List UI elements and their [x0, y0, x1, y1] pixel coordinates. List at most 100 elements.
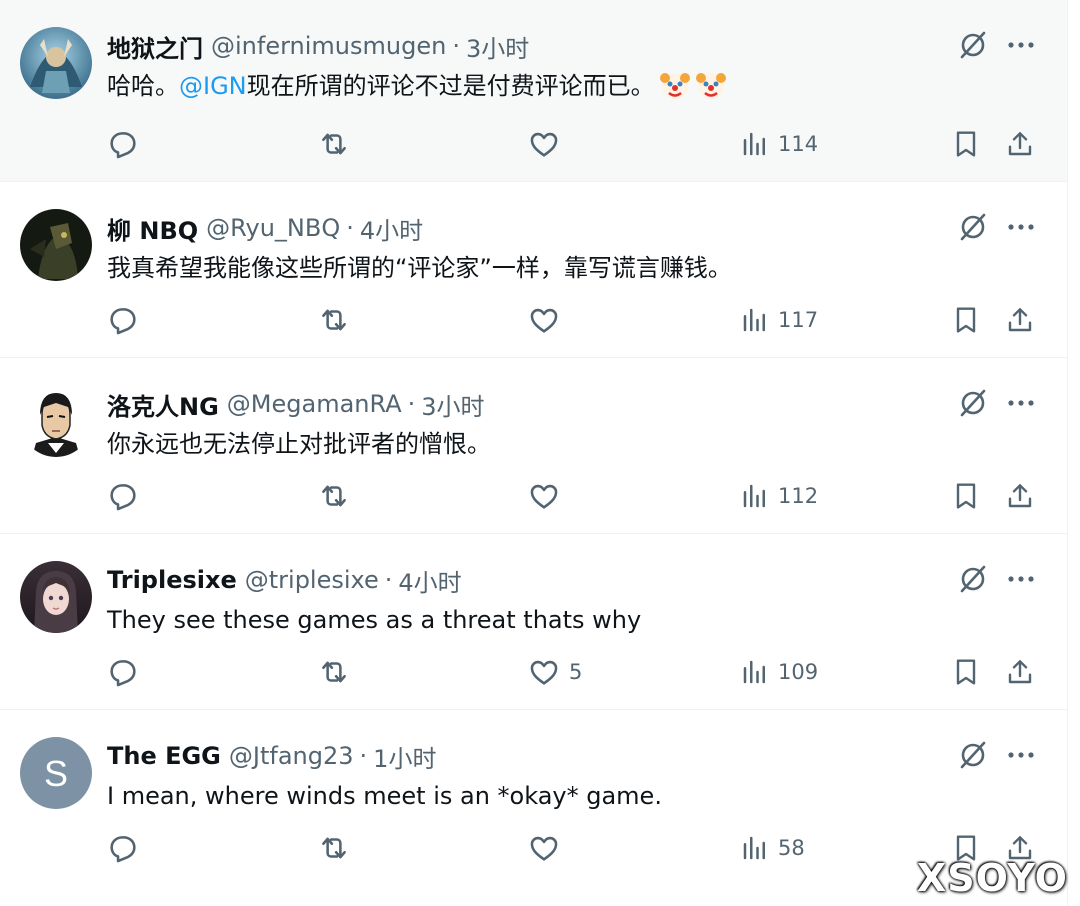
reply-tweet[interactable]: 柳 NBQ @Ryu_NBQ · 4小时 我真希望我能像这些所谓的“评论家”一样…	[0, 182, 1067, 358]
display-name[interactable]: 地狱之门	[107, 29, 203, 64]
avatar[interactable]	[20, 27, 92, 99]
like-button[interactable]	[527, 300, 569, 340]
avatar[interactable]	[20, 209, 92, 281]
retweet-button[interactable]	[317, 652, 351, 692]
avatar[interactable]	[20, 561, 92, 633]
tweet-text: I mean, where winds meet is an *okay* ga…	[107, 782, 662, 810]
reply-tweet[interactable]: S The EGG @Jtfang23 · 1小时 I mean, where …	[0, 710, 1067, 886]
bookmark-button[interactable]	[950, 300, 982, 340]
retweet-button[interactable]	[317, 828, 351, 868]
more-icon[interactable]	[1004, 28, 1038, 62]
tweet-text: 我真希望我能像这些所谓的“评论家”一样，靠写谎言赚钱。	[107, 254, 732, 282]
grok-icon[interactable]	[956, 28, 990, 62]
views-button[interactable]: 117	[740, 300, 818, 340]
share-button[interactable]	[1004, 124, 1036, 164]
action-bar: 58	[0, 828, 1067, 868]
views-icon	[743, 660, 765, 684]
reply-button[interactable]	[106, 300, 140, 340]
action-bar: 112	[0, 476, 1067, 516]
grok-icon[interactable]	[956, 210, 990, 244]
retweet-button[interactable]	[317, 124, 351, 164]
bookmark-icon	[956, 659, 976, 685]
bookmark-icon	[956, 483, 976, 509]
more-icon[interactable]	[1004, 210, 1038, 244]
user-handle[interactable]: @Ryu_NBQ	[206, 214, 340, 242]
share-button[interactable]	[1004, 476, 1036, 516]
reply-tweet[interactable]: 地狱之门 @infernimusmugen · 3小时 哈哈。@IGN现在所谓的…	[0, 0, 1067, 182]
timestamp[interactable]: 4小时	[360, 211, 423, 246]
views-icon	[743, 132, 765, 156]
text-fragment: 现在所谓的评论不过是付费评论而已。	[246, 72, 655, 100]
more-icon[interactable]	[1004, 738, 1038, 772]
mention-link[interactable]: @IGN	[179, 72, 247, 100]
like-button[interactable]	[527, 476, 569, 516]
display-name[interactable]: The EGG	[107, 742, 221, 770]
reply-button[interactable]	[106, 828, 140, 868]
view-count: 114	[778, 132, 819, 156]
bookmark-button[interactable]	[950, 124, 982, 164]
tweet-header: The EGG @Jtfang23 · 1小时	[107, 739, 436, 773]
display-name[interactable]: 柳 NBQ	[107, 211, 198, 246]
like-button[interactable]	[527, 124, 569, 164]
user-handle[interactable]: @MegamanRA	[227, 390, 402, 418]
separator: ·	[407, 390, 416, 418]
like-button[interactable]: 5	[527, 652, 582, 692]
separator: ·	[346, 214, 354, 242]
reply-button[interactable]	[106, 476, 140, 516]
view-count: 112	[778, 484, 819, 508]
bookmark-button[interactable]	[950, 652, 982, 692]
view-count: 109	[778, 660, 819, 684]
action-bar: 5 109	[0, 652, 1067, 692]
views-button[interactable]: 109	[740, 652, 818, 692]
share-button[interactable]	[1004, 300, 1036, 340]
timestamp[interactable]: 1小时	[373, 739, 436, 774]
user-handle[interactable]: @Jtfang23	[229, 742, 354, 770]
tweet-text: 哈哈。@IGN现在所谓的评论不过是付费评论而已。	[107, 68, 727, 104]
tweet-header: 柳 NBQ @Ryu_NBQ · 4小时	[107, 211, 423, 245]
reply-button[interactable]	[106, 652, 140, 692]
views-icon	[743, 836, 765, 860]
watermark-logo: XSOYO	[916, 856, 1068, 900]
avatar-letter: S	[44, 753, 68, 794]
retweet-button[interactable]	[317, 476, 351, 516]
more-icon[interactable]	[1004, 562, 1038, 596]
share-button[interactable]	[1004, 652, 1036, 692]
like-icon	[530, 484, 558, 509]
more-icon[interactable]	[1004, 386, 1038, 420]
retweet-icon	[322, 133, 346, 155]
display-name[interactable]: 洛克人NG	[107, 387, 219, 422]
user-handle[interactable]: @infernimusmugen	[211, 32, 446, 60]
grok-icon[interactable]	[956, 738, 990, 772]
retweet-button[interactable]	[317, 300, 351, 340]
avatar[interactable]: S	[20, 737, 92, 809]
retweet-icon	[322, 837, 346, 859]
timestamp[interactable]: 3小时	[466, 29, 529, 64]
like-button[interactable]	[527, 828, 569, 868]
reply-icon	[110, 132, 136, 159]
view-count: 58	[778, 836, 805, 860]
grok-icon[interactable]	[956, 562, 990, 596]
bookmark-button[interactable]	[950, 476, 982, 516]
reply-icon	[110, 660, 136, 687]
like-icon	[530, 836, 558, 861]
avatar[interactable]	[20, 385, 92, 457]
reply-tweet[interactable]: Triplesixe @triplesixe · 4小时 They see th…	[0, 534, 1067, 710]
views-button[interactable]: 114	[740, 124, 818, 164]
reply-tweet[interactable]: 洛克人NG @MegamanRA · 3小时 你永远也无法停止对批评者的憎恨。	[0, 358, 1067, 534]
timestamp[interactable]: 3小时	[421, 387, 484, 422]
timestamp[interactable]: 4小时	[398, 563, 461, 598]
tweet-text: 你永远也无法停止对批评者的憎恨。	[107, 430, 491, 458]
reply-button[interactable]	[106, 124, 140, 164]
action-bar: 117	[0, 300, 1067, 340]
clown-face-emoji	[659, 73, 690, 99]
display-name[interactable]: Triplesixe	[107, 566, 237, 594]
retweet-icon	[322, 661, 346, 683]
views-button[interactable]: 112	[740, 476, 818, 516]
clown-face-emoji	[695, 73, 726, 99]
grok-icon[interactable]	[956, 386, 990, 420]
user-handle[interactable]: @triplesixe	[245, 566, 379, 594]
separator: ·	[452, 32, 460, 60]
text-fragment: 哈哈。	[107, 72, 179, 100]
retweet-icon	[322, 309, 346, 331]
views-button[interactable]: 58	[740, 828, 805, 868]
